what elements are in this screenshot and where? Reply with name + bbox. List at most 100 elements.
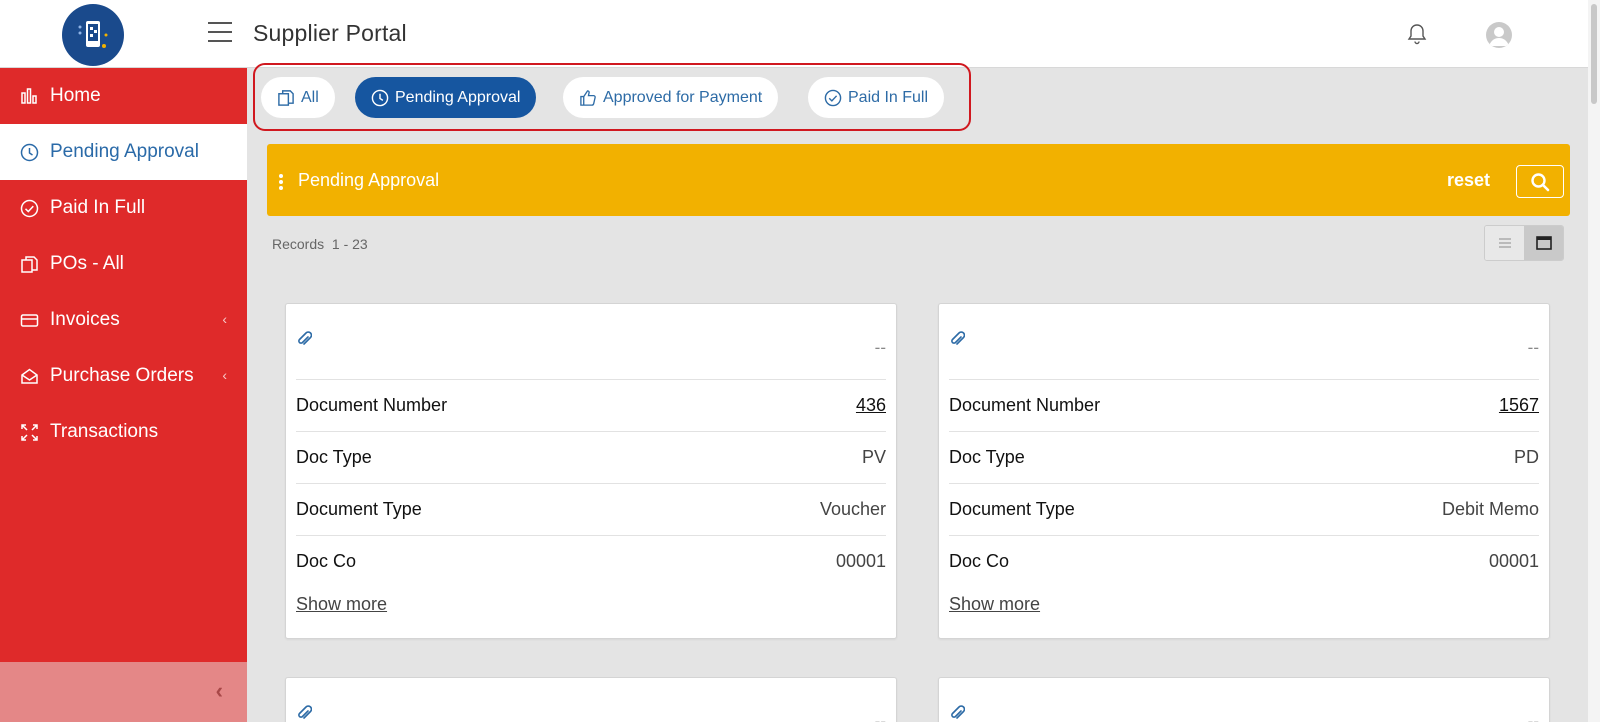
- field-label: Doc Type: [296, 447, 372, 467]
- sidebar-item-transactions[interactable]: Transactions: [0, 404, 247, 460]
- document-number-link[interactable]: 436: [856, 395, 886, 416]
- scrollbar-thumb[interactable]: [1591, 4, 1597, 104]
- document-card: -- Document Number 436 Doc Type PV Docum…: [285, 303, 897, 639]
- field-value: PV: [861, 447, 886, 467]
- reset-button[interactable]: reset: [1447, 170, 1490, 191]
- notification-bell-icon[interactable]: [1406, 22, 1430, 48]
- status-value: --: [874, 338, 886, 357]
- show-more-link[interactable]: Show more: [296, 594, 387, 615]
- bar-chart-icon: [18, 85, 40, 107]
- sidebar-collapse-button[interactable]: ‹: [0, 662, 247, 722]
- field-value: 00001: [1488, 551, 1539, 571]
- field-value: Voucher: [819, 499, 886, 519]
- field-value: Debit Memo: [1441, 499, 1539, 519]
- document-card: --: [285, 677, 897, 722]
- sidebar-item-label: POs - All: [50, 253, 124, 274]
- field-value: 00001: [835, 551, 886, 571]
- filter-tab-label: Pending Approval: [395, 88, 521, 106]
- search-icon: [1531, 172, 1550, 191]
- records-count: Records 1 - 23: [272, 236, 368, 252]
- section-header-bar: Pending Approval reset: [267, 144, 1570, 216]
- user-avatar-icon[interactable]: [1486, 22, 1512, 48]
- check-circle-icon: [824, 89, 842, 107]
- phone-network-icon: [78, 21, 108, 48]
- thumbs-up-icon: [579, 89, 597, 107]
- hamburger-line: [208, 40, 232, 42]
- chevron-left-icon: ‹: [222, 311, 227, 327]
- sidebar-item-purchase-orders[interactable]: Purchase Orders ‹: [0, 348, 247, 404]
- credit-card-icon: [18, 309, 40, 331]
- card-view-icon: [1535, 236, 1552, 250]
- field-label: Document Type: [296, 499, 422, 519]
- sidebar-item-pending-approval[interactable]: Pending Approval: [0, 124, 247, 180]
- clock-icon: [18, 141, 40, 163]
- search-button[interactable]: [1516, 165, 1564, 198]
- field-value: PD: [1513, 447, 1539, 467]
- list-view-button[interactable]: [1485, 226, 1524, 260]
- sidebar-item-label: Home: [50, 85, 101, 106]
- filter-tab-label: Approved for Payment: [603, 88, 763, 106]
- paperclip-icon[interactable]: [949, 330, 966, 353]
- status-value: --: [1527, 338, 1539, 357]
- page-scrollbar[interactable]: [1588, 0, 1600, 722]
- filter-tab-pending-approval[interactable]: Pending Approval: [355, 77, 537, 118]
- document-number-row: Document Number 1567: [949, 379, 1539, 431]
- doc-type-row: Doc Type PV: [296, 431, 886, 483]
- field-label: Doc Co: [949, 551, 1010, 571]
- status-value: --: [1527, 712, 1539, 722]
- sidebar-item-invoices[interactable]: Invoices ‹: [0, 292, 247, 348]
- clock-icon: [371, 89, 389, 107]
- top-header: Supplier Portal: [0, 0, 1600, 68]
- chevron-left-icon: ‹: [222, 367, 227, 383]
- filter-tab-approved-for-payment[interactable]: Approved for Payment: [563, 77, 779, 118]
- check-circle-icon: [18, 197, 40, 219]
- document-type-row: Document Type Debit Memo: [949, 483, 1539, 535]
- records-label: Records: [272, 236, 325, 252]
- sidebar-item-label: Transactions: [50, 421, 159, 442]
- menu-toggle-button[interactable]: [208, 22, 234, 46]
- field-label: Doc Type: [949, 447, 1025, 467]
- show-more-link[interactable]: Show more: [949, 594, 1040, 615]
- app-title: Supplier Portal: [253, 20, 407, 46]
- doc-type-row: Doc Type PD: [949, 431, 1539, 483]
- document-number-link[interactable]: 1567: [1499, 395, 1539, 416]
- section-title: Pending Approval: [298, 170, 440, 190]
- document-card: -- Document Number 1567 Doc Type PD Docu…: [938, 303, 1550, 639]
- sidebar-item-label: Pending Approval: [50, 141, 199, 162]
- expand-arrows-icon: [18, 421, 40, 443]
- card-view-button[interactable]: [1524, 226, 1563, 260]
- sidebar-item-label: Invoices: [50, 309, 120, 330]
- paperclip-icon[interactable]: [296, 330, 313, 353]
- app-logo[interactable]: [62, 4, 124, 66]
- sidebar-item-label: Paid In Full: [50, 197, 146, 218]
- sidebar-item-pos-all[interactable]: POs - All: [0, 236, 247, 292]
- filter-tab-all[interactable]: All: [261, 77, 335, 118]
- chevron-left-icon: ‹: [215, 678, 223, 703]
- doc-co-row: Doc Co 00001: [949, 535, 1539, 587]
- envelope-open-icon: [18, 365, 40, 387]
- field-label: Document Number: [949, 395, 1101, 415]
- documents-icon: [277, 89, 295, 107]
- sidebar-item-home[interactable]: Home: [0, 68, 247, 124]
- list-icon: [1498, 238, 1511, 248]
- view-toggle: [1484, 225, 1564, 261]
- documents-icon: [18, 253, 40, 275]
- sidebar-item-paid-in-full[interactable]: Paid In Full: [0, 180, 247, 236]
- filter-tab-paid-in-full[interactable]: Paid In Full: [808, 77, 945, 118]
- field-label: Doc Co: [296, 551, 357, 571]
- doc-co-row: Doc Co 00001: [296, 535, 886, 587]
- field-label: Document Type: [949, 499, 1075, 519]
- status-value: --: [874, 712, 886, 722]
- sidebar-item-label: Purchase Orders: [50, 365, 194, 386]
- records-range: 1 - 23: [331, 236, 368, 252]
- document-number-row: Document Number 436: [296, 379, 886, 431]
- sidebar: Home Pending Approval Paid In Full POs -…: [0, 68, 247, 722]
- paperclip-icon[interactable]: [949, 704, 966, 722]
- document-card: --: [938, 677, 1550, 722]
- vertical-dots-icon[interactable]: [279, 174, 283, 192]
- filter-tab-label: All: [301, 88, 319, 106]
- filter-tab-label: Paid In Full: [848, 88, 929, 106]
- hamburger-line: [208, 22, 232, 24]
- paperclip-icon[interactable]: [296, 704, 313, 722]
- field-label: Document Number: [296, 395, 448, 415]
